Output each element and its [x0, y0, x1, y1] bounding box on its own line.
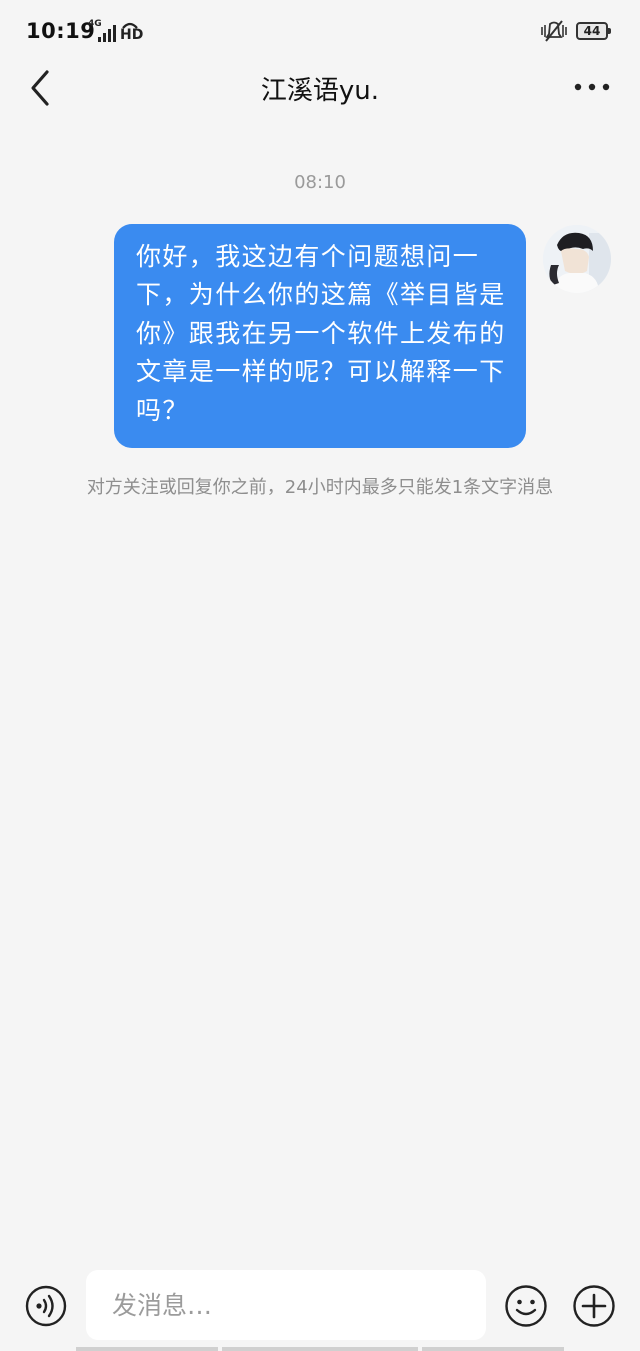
- gesture-bar-middle: [222, 1347, 418, 1351]
- status-bar: 10:19 4G HD 44: [0, 0, 640, 62]
- back-chevron-icon[interactable]: [22, 66, 62, 110]
- battery-indicator: 44: [576, 22, 611, 40]
- hd-voice-label: HD: [120, 27, 144, 43]
- chat-header: 江溪语yu.: [0, 62, 640, 112]
- message-input[interactable]: [86, 1270, 486, 1340]
- avatar-image: [543, 225, 611, 293]
- signal-indicator: 4G HD: [86, 19, 144, 45]
- conversation-title: 江溪语yu.: [260, 76, 380, 106]
- messaging-limit-notice: 对方关注或回复你之前，24小时内最多只能发1条文字消息: [86, 477, 554, 498]
- battery-level: 44: [583, 24, 601, 38]
- status-time: 10:19: [26, 19, 96, 43]
- message-input-bar: [0, 1258, 640, 1351]
- more-dots-icon[interactable]: [568, 72, 616, 102]
- chat-screen: 10:19 4G HD 44 江溪语yu. 08:10 你好，我这边有个问题想问…: [0, 0, 640, 1351]
- gesture-bar-left: [76, 1347, 218, 1351]
- voice-icon[interactable]: [25, 1285, 67, 1327]
- sent-message-bubble[interactable]: 你好，我这边有个问题想问一下，为什么你的这篇《举目皆是你》跟我在另一个软件上发布…: [114, 224, 526, 448]
- avatar[interactable]: [543, 225, 611, 293]
- signal-bars-icon: [98, 25, 116, 42]
- message-timestamp: 08:10: [294, 172, 346, 193]
- plus-icon[interactable]: [572, 1284, 616, 1328]
- emoji-icon[interactable]: [504, 1284, 548, 1328]
- gesture-bar-right: [422, 1347, 564, 1351]
- vibrate-mute-icon: [541, 20, 567, 42]
